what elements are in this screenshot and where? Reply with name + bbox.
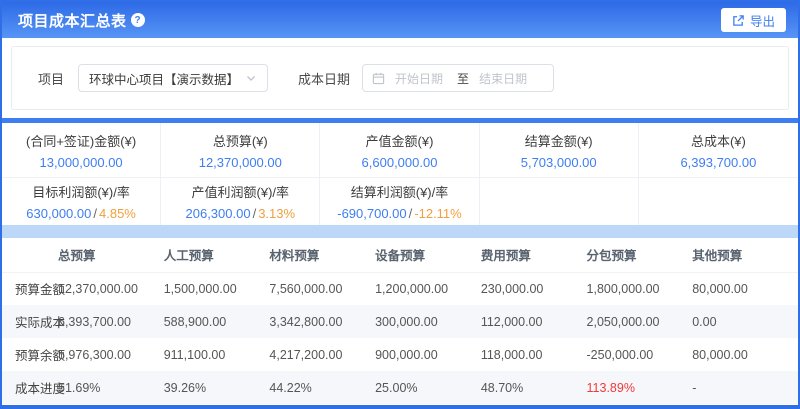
- calendar-icon: [372, 72, 385, 85]
- summary-value: 5,703,000.00: [521, 155, 597, 170]
- summary-label: 目标利润额(¥)/率: [32, 182, 130, 201]
- project-cost-summary-panel: 项目成本汇总表 ? 导出 项目 环球中心项目【演示数据】 成本日期: [0, 0, 800, 409]
- help-icon[interactable]: ?: [131, 13, 145, 27]
- summary-value: 6,600,000.00: [362, 155, 438, 170]
- cell: 7,560,000.00: [269, 272, 375, 305]
- cell: 5,976,300.00: [58, 338, 164, 371]
- cell: 25.00%: [375, 371, 481, 404]
- summary-profit-value: 630,000.00/4.85%: [26, 206, 136, 221]
- cell: 900,000.00: [375, 338, 481, 371]
- summary-label: 总预算(¥): [213, 131, 268, 150]
- cell: 588,900.00: [164, 305, 270, 338]
- page-title: 项目成本汇总表: [18, 10, 127, 31]
- summary-card-output-profit: 产值利润额(¥)/率 206,300.00/3.13%: [161, 178, 320, 225]
- col-header-subcontract-budget: 分包预算: [587, 238, 693, 272]
- date-range-separator: 至: [457, 70, 469, 87]
- cost-date-filter-label: 成本日期: [298, 69, 350, 88]
- cell: 2,050,000.00: [587, 305, 693, 338]
- cell: 300,000.00: [375, 305, 481, 338]
- col-header-other-budget: 其他预算: [692, 238, 798, 272]
- cost-date-range-picker[interactable]: 开始日期 至 结束日期: [362, 64, 554, 92]
- start-date-placeholder: 开始日期: [395, 70, 443, 87]
- summary-card-total-cost: 总成本(¥) 6,393,700.00: [639, 123, 798, 177]
- filter-section: 项目 环球中心项目【演示数据】 成本日期 开始日期 至 结束日期: [2, 38, 798, 118]
- cell: 80,000.00: [692, 338, 798, 371]
- cell: 48.70%: [481, 371, 587, 404]
- summary-label: 总成本(¥): [691, 131, 746, 150]
- budget-table: 总预算 人工预算 材料预算 设备预算 费用预算 分包预算 其他预算 预算金额 1…: [2, 238, 798, 404]
- cell: 12,370,000.00: [58, 272, 164, 305]
- summary-label: 产值利润额(¥)/率: [192, 182, 290, 201]
- summary-label: (合同+签证)金额(¥): [26, 131, 136, 150]
- table-row-cost-progress: 成本进度 51.69% 39.26% 44.22% 25.00% 48.70% …: [2, 371, 798, 404]
- cell: 39.26%: [164, 371, 270, 404]
- cell: 1,500,000.00: [164, 272, 270, 305]
- summary-row-profits: 目标利润额(¥)/率 630,000.00/4.85% 产值利润额(¥)/率 2…: [2, 177, 798, 225]
- summary-section: (合同+签证)金额(¥) 13,000,000.00 总预算(¥) 12,370…: [2, 123, 798, 225]
- row-label: 预算余额: [2, 338, 58, 371]
- summary-card-contract-amount: (合同+签证)金额(¥) 13,000,000.00: [2, 123, 161, 177]
- project-filter-label: 项目: [38, 69, 64, 88]
- cell: 4,217,200.00: [269, 338, 375, 371]
- table-row-actual-cost: 实际成本 6,393,700.00 588,900.00 3,342,800.0…: [2, 305, 798, 338]
- summary-row-amounts: (合同+签证)金额(¥) 13,000,000.00 总预算(¥) 12,370…: [2, 123, 798, 177]
- table-header-row: 总预算 人工预算 材料预算 设备预算 费用预算 分包预算 其他预算: [2, 238, 798, 272]
- row-label: 成本进度: [2, 371, 58, 404]
- title-bar: 项目成本汇总表 ? 导出: [2, 2, 798, 38]
- budget-table-section: 总预算 人工预算 材料预算 设备预算 费用预算 分包预算 其他预算 预算金额 1…: [2, 238, 798, 405]
- project-select[interactable]: 环球中心项目【演示数据】: [78, 64, 268, 92]
- cell: 1,200,000.00: [375, 272, 481, 305]
- cell: 3,342,800.00: [269, 305, 375, 338]
- summary-profit-value: 206,300.00/3.13%: [186, 206, 296, 221]
- summary-label: 结算金额(¥): [525, 131, 593, 150]
- cell: -: [692, 371, 798, 404]
- cell: 6,393,700.00: [58, 305, 164, 338]
- export-button[interactable]: 导出: [721, 8, 786, 32]
- cell: 118,000.00: [481, 338, 587, 371]
- col-header-material-budget: 材料预算: [269, 238, 375, 272]
- chevron-down-icon: [245, 72, 257, 84]
- lightblue-divider: [2, 225, 798, 238]
- summary-profit-value: -690,700.00/-12.11%: [337, 206, 462, 221]
- summary-empty-cell: [639, 178, 798, 225]
- cell: 112,000.00: [481, 305, 587, 338]
- summary-label: 结算利润额(¥)/率: [351, 182, 449, 201]
- filter-card: 项目 环球中心项目【演示数据】 成本日期 开始日期 至 结束日期: [11, 46, 789, 110]
- cell: 1,800,000.00: [587, 272, 693, 305]
- cell: -250,000.00: [587, 338, 693, 371]
- summary-empty-cell: [480, 178, 639, 225]
- summary-card-output-amount: 产值金额(¥) 6,600,000.00: [320, 123, 479, 177]
- col-header-total-budget: 总预算: [58, 238, 164, 272]
- summary-card-settlement-profit: 结算利润额(¥)/率 -690,700.00/-12.11%: [320, 178, 479, 225]
- table-row-budget-amount: 预算金额 12,370,000.00 1,500,000.00 7,560,00…: [2, 272, 798, 305]
- table-row-budget-balance: 预算余额 5,976,300.00 911,100.00 4,217,200.0…: [2, 338, 798, 371]
- summary-card-settlement-amount: 结算金额(¥) 5,703,000.00: [480, 123, 639, 177]
- cell: 911,100.00: [164, 338, 270, 371]
- col-header-expense-budget: 费用预算: [481, 238, 587, 272]
- cell-over-budget: 113.89%: [587, 371, 693, 404]
- actual-cost-link[interactable]: 实际成本: [2, 305, 58, 338]
- cell: 230,000.00: [481, 272, 587, 305]
- summary-card-target-profit: 目标利润额(¥)/率 630,000.00/4.85%: [2, 178, 161, 225]
- cell: 44.22%: [269, 371, 375, 404]
- cell: 51.69%: [58, 371, 164, 404]
- summary-value: 6,393,700.00: [680, 155, 756, 170]
- row-label: 预算金额: [2, 272, 58, 305]
- end-date-placeholder: 结束日期: [479, 70, 527, 87]
- summary-value: 13,000,000.00: [40, 155, 123, 170]
- col-header-empty: [2, 238, 58, 272]
- cell: 80,000.00: [692, 272, 798, 305]
- export-label: 导出: [750, 11, 775, 30]
- cell: 0.00: [692, 305, 798, 338]
- summary-value: 12,370,000.00: [199, 155, 282, 170]
- col-header-equipment-budget: 设备预算: [375, 238, 481, 272]
- export-icon: [732, 14, 745, 27]
- col-header-labor-budget: 人工预算: [164, 238, 270, 272]
- summary-label: 产值金额(¥): [366, 131, 434, 150]
- summary-card-total-budget: 总预算(¥) 12,370,000.00: [161, 123, 320, 177]
- project-select-value: 环球中心项目【演示数据】: [89, 69, 245, 88]
